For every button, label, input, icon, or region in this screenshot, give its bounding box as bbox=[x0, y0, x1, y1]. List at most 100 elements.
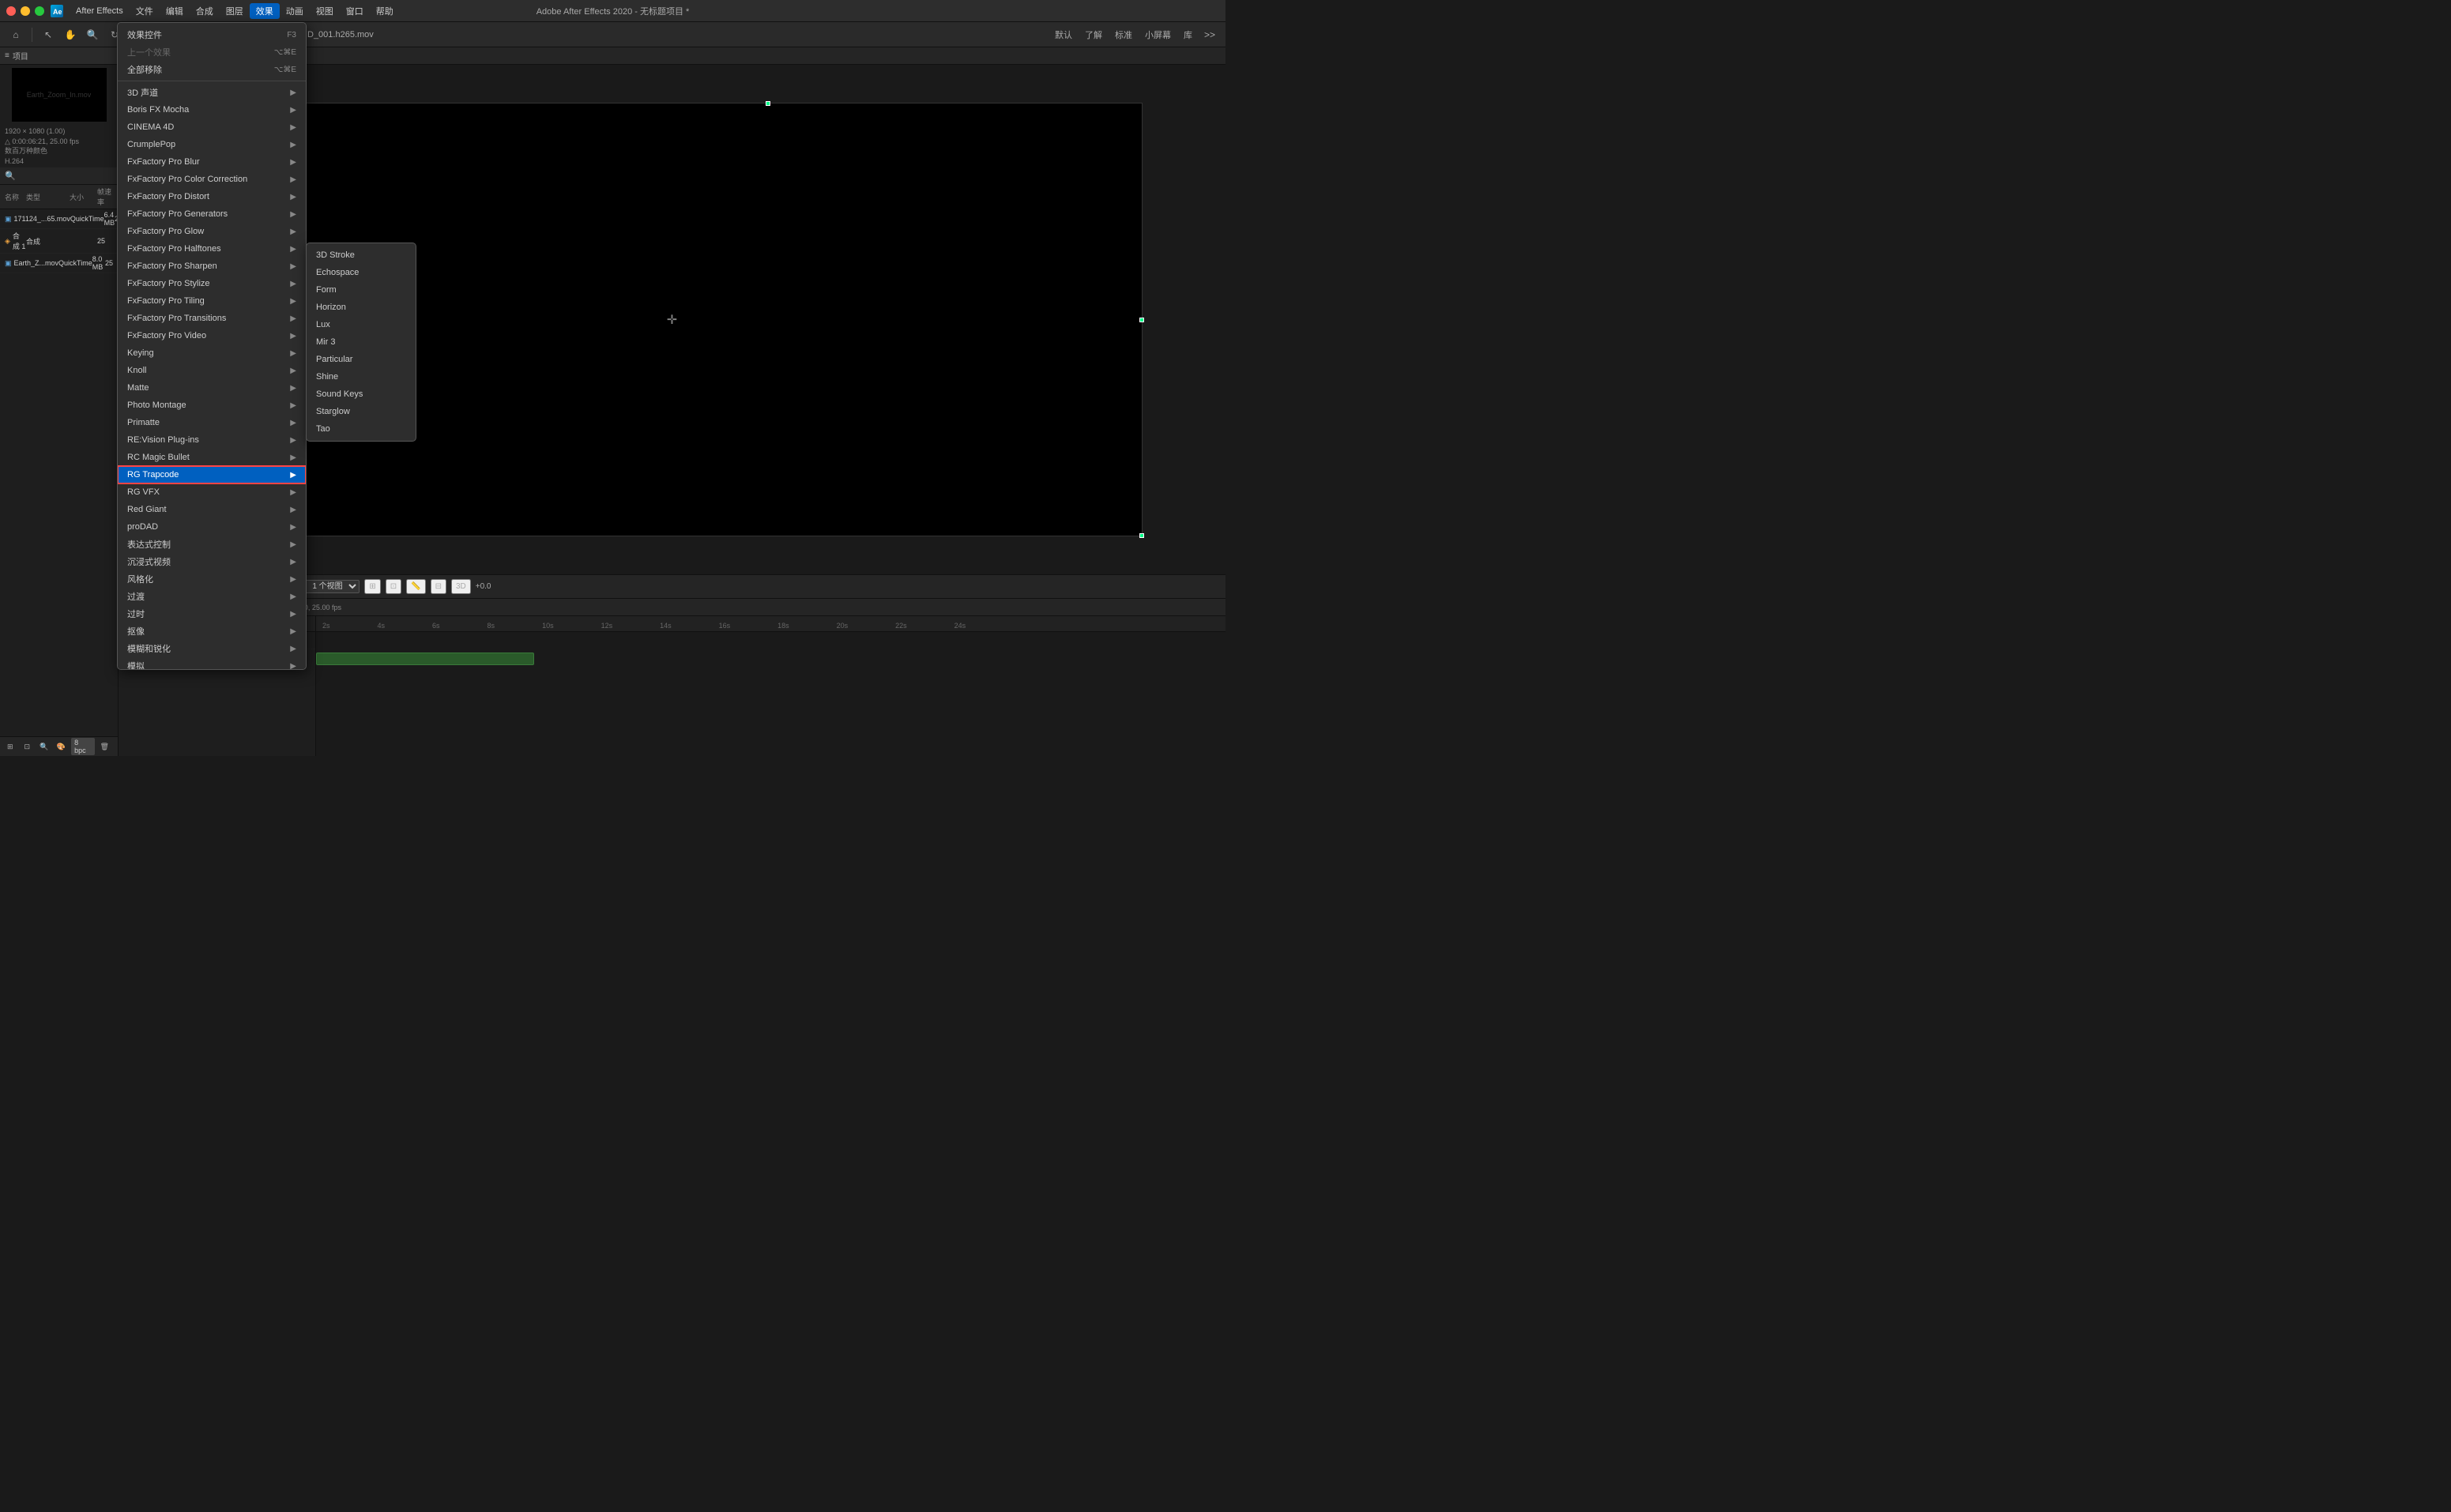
menu-item-immersive[interactable]: 沉浸式视频 ▶ bbox=[118, 553, 306, 570]
tool-hand[interactable]: ✋ bbox=[61, 25, 80, 44]
submenu-item-shine[interactable]: Shine bbox=[307, 368, 416, 386]
effects-dropdown[interactable]: 效果控件 F3 上一个效果 ⌥⌘E 全部移除 ⌥⌘E 3D 声道 ▶ Boris… bbox=[117, 22, 307, 670]
menu-item-fxfactory-distort[interactable]: FxFactory Pro Distort ▶ bbox=[118, 188, 306, 205]
menu-item-fxfactory-color[interactable]: FxFactory Pro Color Correction ▶ bbox=[118, 171, 306, 188]
menu-item-fxfactory-video[interactable]: FxFactory Pro Video ▶ bbox=[118, 327, 306, 344]
menu-item-prodad[interactable]: proDAD ▶ bbox=[118, 518, 306, 536]
menu-aftereffects[interactable]: After Effects bbox=[70, 5, 130, 17]
color-label-btn[interactable]: 🎨 bbox=[55, 739, 69, 754]
trapcode-submenu[interactable]: 3D Stroke Echospace Form Horizon Lux Mir… bbox=[306, 243, 416, 442]
delete-btn[interactable]: 🗑 bbox=[98, 739, 112, 754]
submenu-item-mir3[interactable]: Mir 3 bbox=[307, 333, 416, 351]
menu-item-rg-vfx[interactable]: RG VFX ▶ bbox=[118, 483, 306, 501]
menu-item-fxfactory-halftones[interactable]: FxFactory Pro Halftones ▶ bbox=[118, 240, 306, 258]
new-folder-btn[interactable]: ⊞ bbox=[3, 739, 17, 754]
project-info: 1920 × 1080 (1.00) △ 0:00:06:21, 25.00 f… bbox=[0, 125, 118, 167]
maximize-button[interactable] bbox=[35, 6, 44, 16]
submenu-item-echospace[interactable]: Echospace bbox=[307, 264, 416, 281]
menu-item-distort[interactable]: 模拟 ▶ bbox=[118, 657, 306, 670]
list-item[interactable]: ▣ 171124_...65.mov QuickTime 6.4 MB 25 bbox=[0, 209, 118, 229]
submenu-item-lux[interactable]: Lux bbox=[307, 316, 416, 333]
submenu-item-sound-keys[interactable]: Sound Keys bbox=[307, 386, 416, 403]
menu-layer[interactable]: 图层 bbox=[220, 3, 250, 19]
menu-view[interactable]: 视图 bbox=[310, 3, 340, 19]
arrow-stylize: ▶ bbox=[290, 575, 296, 584]
menu-item-red-giant[interactable]: Red Giant ▶ bbox=[118, 501, 306, 518]
corner-handle-tr[interactable] bbox=[766, 101, 770, 106]
search-icon: 🔍 bbox=[5, 171, 16, 181]
submenu-item-particular[interactable]: Particular bbox=[307, 351, 416, 368]
viewer-btn-safe[interactable]: ⊟ bbox=[431, 579, 446, 594]
menu-item-primatte[interactable]: Primatte ▶ bbox=[118, 414, 306, 431]
menu-item-revision[interactable]: RE:Vision Plug-ins ▶ bbox=[118, 431, 306, 449]
menu-item-simulate[interactable]: 抠像 ▶ bbox=[118, 622, 306, 640]
menu-item-fxfactory-stylize[interactable]: FxFactory Pro Stylize ▶ bbox=[118, 275, 306, 292]
menu-item-stylize[interactable]: 风格化 ▶ bbox=[118, 570, 306, 588]
corner-handle-br[interactable] bbox=[1139, 533, 1144, 538]
menu-item-obsolete[interactable]: 过时 ▶ bbox=[118, 605, 306, 622]
menu-item-blur-sharpen[interactable]: 模糊和锐化 ▶ bbox=[118, 640, 306, 657]
list-item[interactable]: ◈ 合成 1 合成 25 bbox=[0, 229, 118, 254]
menu-item-cinema4d[interactable]: CINEMA 4D ▶ bbox=[118, 118, 306, 136]
viewer-btn-grid[interactable]: ⊞ bbox=[364, 579, 380, 594]
menu-item-fxfactory-sharpen[interactable]: FxFactory Pro Sharpen ▶ bbox=[118, 258, 306, 275]
menu-help[interactable]: 帮助 bbox=[370, 3, 400, 19]
workspace-standard[interactable]: 标准 bbox=[1110, 27, 1137, 43]
menu-item-fxfactory-tiling[interactable]: FxFactory Pro Tiling ▶ bbox=[118, 292, 306, 310]
menu-item-effect-controls[interactable]: 效果控件 F3 bbox=[118, 26, 306, 43]
menu-item-boris[interactable]: Boris FX Mocha ▶ bbox=[118, 101, 306, 118]
menu-item-keying[interactable]: Keying ▶ bbox=[118, 344, 306, 362]
menu-item-fxfactory-blur[interactable]: FxFactory Pro Blur ▶ bbox=[118, 153, 306, 171]
menu-item-rg-trapcode[interactable]: RG Trapcode ▶ bbox=[118, 466, 306, 483]
menu-item-fxfactory-transitions[interactable]: FxFactory Pro Transitions ▶ bbox=[118, 310, 306, 327]
submenu-item-3dstroke[interactable]: 3D Stroke bbox=[307, 246, 416, 264]
svg-text:Ae: Ae bbox=[53, 8, 62, 16]
viewer-btn-3d[interactable]: 3D bbox=[451, 579, 471, 594]
menu-item-fxfactory-generators[interactable]: FxFactory Pro Generators ▶ bbox=[118, 205, 306, 223]
menu-item-crumplepop[interactable]: CrumplePop ▶ bbox=[118, 136, 306, 153]
search-project-btn[interactable]: 🔍 bbox=[37, 739, 51, 754]
menu-file[interactable]: 文件 bbox=[130, 3, 160, 19]
arrow-boris: ▶ bbox=[290, 106, 296, 115]
close-button[interactable] bbox=[6, 6, 16, 16]
menu-effect[interactable]: 效果 bbox=[250, 3, 280, 19]
menu-window[interactable]: 窗口 bbox=[340, 3, 370, 19]
ruler-mark-2s: 2s bbox=[322, 622, 330, 630]
menu-item-fxfactory-glow[interactable]: FxFactory Pro Glow ▶ bbox=[118, 223, 306, 240]
minimize-button[interactable] bbox=[21, 6, 30, 16]
workspace-default[interactable]: 默认 bbox=[1050, 27, 1077, 43]
menu-item-matte[interactable]: Matte ▶ bbox=[118, 379, 306, 397]
menu-composition[interactable]: 合成 bbox=[190, 3, 220, 19]
menu-item-transition[interactable]: 过渡 ▶ bbox=[118, 588, 306, 605]
menu-edit[interactable]: 编辑 bbox=[160, 3, 190, 19]
viewer-view-select[interactable]: 1 个视图 bbox=[305, 580, 360, 593]
workspace-learn[interactable]: 了解 bbox=[1080, 27, 1107, 43]
menu-animation[interactable]: 动画 bbox=[280, 3, 310, 19]
submenu-item-tao[interactable]: Tao bbox=[307, 420, 416, 438]
home-btn[interactable]: ⌂ bbox=[6, 25, 25, 44]
corner-handle-mr[interactable] bbox=[1139, 318, 1144, 322]
menu-item-photo-montage[interactable]: Photo Montage ▶ bbox=[118, 397, 306, 414]
workspace-more[interactable]: >> bbox=[1200, 25, 1219, 44]
arrow-blursharpen: ▶ bbox=[290, 645, 296, 653]
new-comp-btn[interactable]: ⊡ bbox=[21, 739, 35, 754]
viewer-btn-guides[interactable]: ⊡ bbox=[386, 579, 401, 594]
menu-item-rc-magic[interactable]: RC Magic Bullet ▶ bbox=[118, 449, 306, 466]
menu-item-remove-all[interactable]: 全部移除 ⌥⌘E bbox=[118, 61, 306, 78]
workspace-library[interactable]: 库 bbox=[1179, 27, 1197, 43]
project-search-input[interactable] bbox=[19, 171, 113, 180]
list-item[interactable]: ▣ Earth_Z...mov QuickTime 8.0 MB 25 bbox=[0, 254, 118, 273]
track-clip[interactable] bbox=[316, 653, 534, 665]
file-name-2: Earth_Z...mov bbox=[14, 259, 59, 267]
submenu-item-horizon[interactable]: Horizon bbox=[307, 299, 416, 316]
menu-item-3d-audio[interactable]: 3D 声道 ▶ bbox=[118, 84, 306, 101]
submenu-item-starglow[interactable]: Starglow bbox=[307, 403, 416, 420]
menu-item-expression[interactable]: 表达式控制 ▶ bbox=[118, 536, 306, 553]
workspace-small[interactable]: 小屏幕 bbox=[1140, 27, 1176, 43]
tool-zoom[interactable]: 🔍 bbox=[83, 25, 102, 44]
viewer-btn-ruler[interactable]: 📏 bbox=[406, 579, 425, 594]
submenu-item-form[interactable]: Form bbox=[307, 281, 416, 299]
project-info-color: 数百万种颜色 bbox=[5, 146, 113, 156]
menu-item-knoll[interactable]: Knoll ▶ bbox=[118, 362, 306, 379]
tool-select[interactable]: ↖ bbox=[39, 25, 58, 44]
